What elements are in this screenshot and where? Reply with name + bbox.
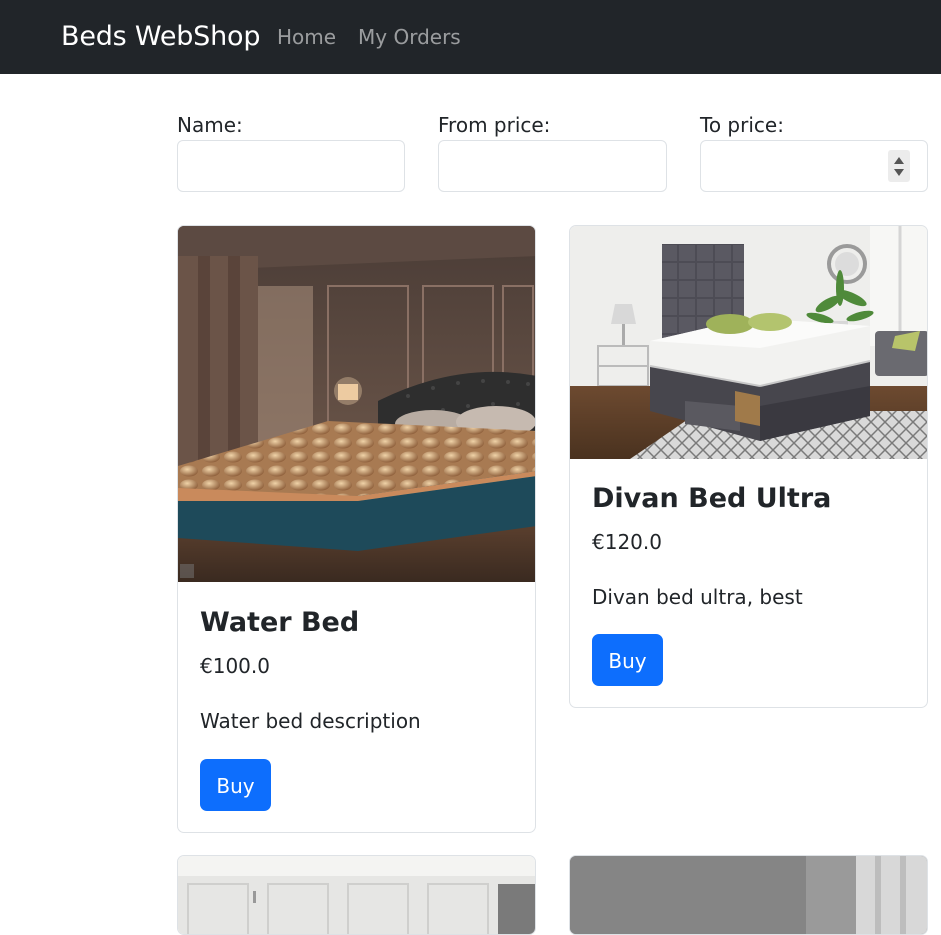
nav-link-my-orders[interactable]: My Orders [358,22,461,52]
name-filter-label: Name: [177,113,243,137]
product-title: Divan Bed Ultra [592,483,832,514]
buy-button[interactable]: Buy [200,759,271,811]
spinner-down-icon[interactable] [894,168,904,176]
buy-button[interactable]: Buy [592,634,663,686]
product-price: €120.0 [592,530,662,554]
spinner-up-icon[interactable] [894,156,904,164]
product-title: Water Bed [200,607,360,638]
to-price-label: To price: [700,113,784,137]
product-price: €100.0 [200,654,270,678]
from-price-input[interactable] [438,140,667,192]
product-description: Divan bed ultra, best [592,585,803,609]
nav-link-home[interactable]: Home [277,22,336,52]
product-card-partial-1 [177,855,536,935]
product-image-partial-1 [178,856,535,934]
brand-link[interactable]: Beds WebShop [61,18,260,56]
product-card-water-bed: Water Bed €100.0 Water bed description B… [177,225,536,833]
to-price-spinner[interactable] [888,150,910,182]
product-description: Water bed description [200,709,421,733]
name-filter-input[interactable] [177,140,405,192]
product-image-divan-bed [570,226,927,459]
product-card-partial-2 [569,855,928,935]
top-navbar: Beds WebShop Home My Orders [0,0,941,74]
product-card-divan-bed-ultra: Divan Bed Ultra €120.0 Divan bed ultra, … [569,225,928,708]
product-image-water-bed [178,226,535,582]
from-price-label: From price: [438,113,551,137]
product-image-partial-2 [570,856,927,934]
